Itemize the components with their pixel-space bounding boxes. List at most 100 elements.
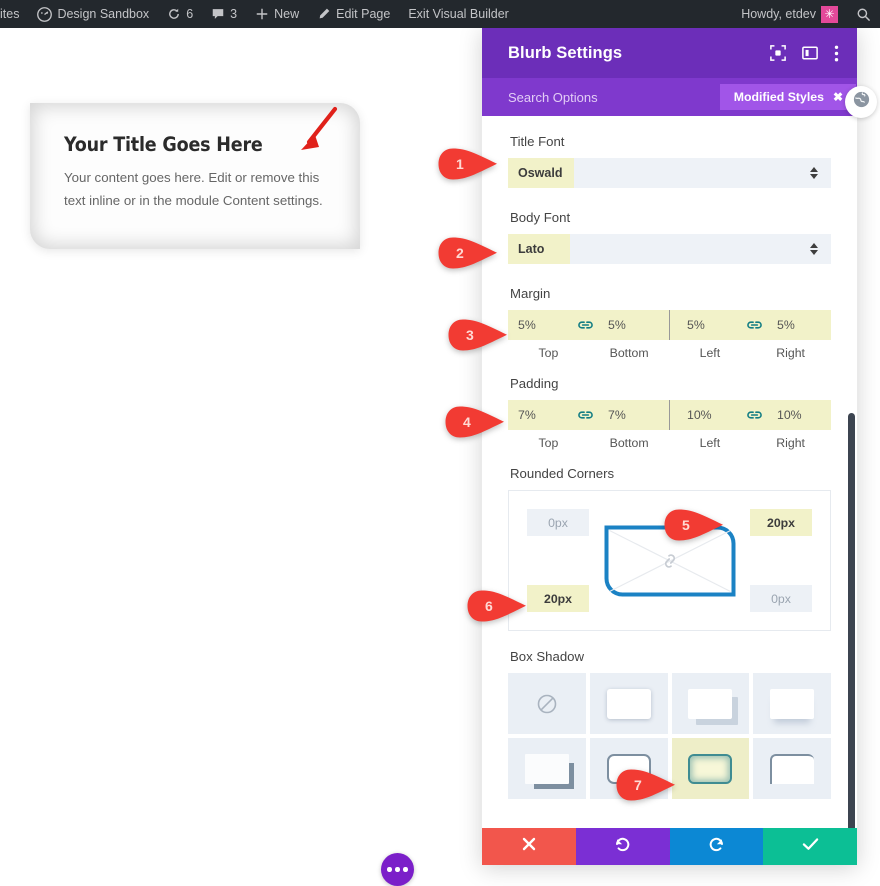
- close-button[interactable]: [482, 828, 576, 865]
- no-shadow-icon: [536, 693, 558, 715]
- link-icon[interactable]: [572, 310, 598, 340]
- margin-top-input[interactable]: 5%: [508, 310, 572, 340]
- adminbar-howdy-label: Howdy, etdev: [741, 7, 816, 21]
- plus-icon: [255, 7, 269, 21]
- margin-right-input[interactable]: 5%: [767, 310, 831, 340]
- adminbar-updates[interactable]: 6: [158, 0, 202, 28]
- marker-number: 1: [456, 156, 464, 172]
- adminbar-site-name[interactable]: Design Sandbox: [28, 0, 158, 28]
- padding-label: Padding: [510, 376, 559, 391]
- body-font-select[interactable]: Lato: [508, 234, 831, 264]
- help-button[interactable]: [845, 86, 877, 118]
- marker-number: 7: [634, 777, 642, 793]
- dashboard-icon: [37, 6, 53, 22]
- padding-right-input[interactable]: 10%: [767, 400, 831, 430]
- shadow-swatch-bottom: [770, 688, 815, 719]
- chevron-updown-icon: [810, 243, 818, 255]
- panel-body-inner: Title Font Oswald Body Font Lato Margin …: [482, 116, 857, 799]
- panel-header-actions: [770, 45, 843, 62]
- adminbar-my-account[interactable]: Howdy, etdev ✳: [732, 0, 847, 28]
- panel-body: Title Font Oswald Body Font Lato Margin …: [482, 116, 857, 828]
- panel-footer: [482, 828, 857, 865]
- padding-left-legend: Left: [699, 436, 721, 450]
- panel-scrollbar[interactable]: [848, 413, 855, 828]
- redo-button[interactable]: [669, 828, 764, 865]
- panel-header: Blurb Settings: [482, 28, 857, 78]
- search-icon: [856, 7, 871, 22]
- rounded-corners-label: Rounded Corners: [510, 466, 615, 481]
- blurb-body: Your content goes here. Edit or remove t…: [64, 170, 323, 208]
- corner-top-right-input[interactable]: 20px: [750, 509, 812, 536]
- corner-bottom-left-input[interactable]: 20px: [527, 585, 589, 612]
- adminbar-new-content[interactable]: New: [246, 0, 308, 28]
- shadow-swatch-soft: [606, 688, 651, 719]
- marker-number: 2: [456, 245, 464, 261]
- panel-search-bar[interactable]: Search Options Modified Styles ✖: [482, 78, 857, 116]
- adminbar-exit-visual-builder-label: Exit Visual Builder: [408, 7, 509, 21]
- fullscreen-icon[interactable]: [770, 45, 786, 61]
- comment-icon: [211, 7, 225, 21]
- box-shadow-option-offset-right[interactable]: [671, 673, 750, 734]
- corner-bottom-right-input[interactable]: 0px: [750, 585, 812, 612]
- field-title-font: Title Font Oswald: [508, 134, 831, 188]
- box-shadow-option-top-left-edge[interactable]: [753, 738, 831, 799]
- link-icon[interactable]: [741, 400, 767, 430]
- redo-icon: [708, 836, 725, 858]
- annotation-marker-6: 6: [466, 589, 528, 623]
- close-icon[interactable]: ✖: [833, 90, 843, 104]
- field-rounded-corners: Rounded Corners 0px 20px 20px 0px: [508, 466, 831, 631]
- padding-top-input[interactable]: 7%: [508, 400, 572, 430]
- padding-right-legend: Right: [776, 436, 805, 450]
- check-icon: [802, 837, 819, 856]
- adminbar-updates-count: 6: [186, 7, 194, 21]
- margin-left-input[interactable]: 5%: [677, 310, 741, 340]
- title-font-value: Oswald: [508, 158, 575, 188]
- avatar: ✳: [821, 5, 838, 23]
- box-shadow-option-none[interactable]: [508, 673, 586, 734]
- box-shadow-option-soft[interactable]: [589, 673, 668, 734]
- pencil-icon: [317, 7, 331, 21]
- margin-left-legend: Left: [699, 346, 721, 360]
- save-button[interactable]: [763, 828, 857, 865]
- box-shadow-option-hard-offset[interactable]: [508, 738, 586, 799]
- divider: [669, 310, 670, 340]
- box-shadow-option-bottom[interactable]: [753, 673, 831, 734]
- margin-bottom-legend: Bottom: [609, 346, 649, 360]
- marker-number: 6: [485, 598, 493, 614]
- blurb-settings-panel: Blurb Settings Search Options Modified S…: [482, 28, 857, 865]
- adminbar-my-sites[interactable]: ites: [0, 0, 28, 28]
- updates-icon: [167, 7, 181, 21]
- padding-left-input[interactable]: 10%: [677, 400, 741, 430]
- adminbar-edit-page[interactable]: Edit Page: [308, 0, 399, 28]
- undo-button[interactable]: [575, 828, 670, 865]
- padding-bottom-input[interactable]: 7%: [598, 400, 662, 430]
- margin-top-legend: Top: [538, 346, 559, 360]
- search-options-input[interactable]: Search Options: [508, 90, 720, 105]
- shadow-swatch-hard-offset: [524, 753, 569, 784]
- title-font-label: Title Font: [510, 134, 565, 149]
- field-padding: Padding 7% 7% 10% 10% Top Bottom Left Ri…: [508, 376, 831, 450]
- link-icon[interactable]: [741, 310, 767, 340]
- corner-top-left-input[interactable]: 0px: [527, 509, 589, 536]
- modified-styles-chip[interactable]: Modified Styles ✖: [719, 84, 856, 110]
- margin-bottom-input[interactable]: 5%: [598, 310, 662, 340]
- adminbar-comments[interactable]: 3: [202, 0, 246, 28]
- box-shadow-option-inner-glow[interactable]: [671, 738, 750, 799]
- ellipsis-dot-1: [387, 867, 392, 872]
- annotation-marker-7: 7: [615, 768, 677, 802]
- adminbar-exit-visual-builder[interactable]: Exit Visual Builder: [399, 0, 518, 28]
- adminbar-comments-count: 3: [230, 7, 238, 21]
- page-settings-fab[interactable]: [381, 853, 414, 886]
- blurb-title: Your Title Goes Here: [64, 133, 263, 156]
- padding-inputs: 7% 7% 10% 10% Top Bottom Left Right: [508, 400, 831, 450]
- shadow-swatch-offset-right: [688, 688, 733, 719]
- panel-layout-icon[interactable]: [802, 45, 818, 61]
- marker-number: 5: [682, 517, 690, 533]
- adminbar-search[interactable]: [847, 0, 880, 28]
- title-font-select[interactable]: Oswald: [508, 158, 831, 188]
- margin-label: Margin: [510, 286, 551, 301]
- more-options-icon[interactable]: [834, 45, 839, 62]
- field-margin: Margin 5% 5% 5% 5% Top Bottom Left Right: [508, 286, 831, 360]
- link-icon[interactable]: [572, 400, 598, 430]
- modified-styles-label: Modified Styles: [733, 90, 824, 104]
